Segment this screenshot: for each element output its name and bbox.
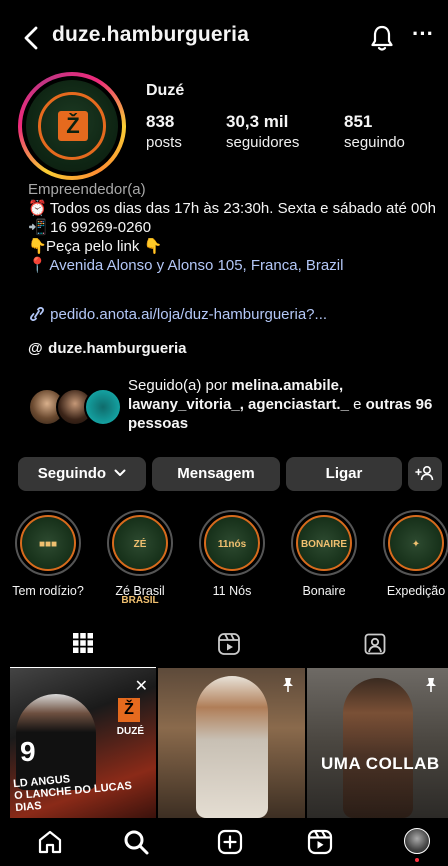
highlight-cover: ✦ [388, 515, 444, 571]
followers-stat[interactable]: 30,3 mil seguidores [226, 112, 299, 151]
brand-logo: Ž [58, 111, 88, 141]
following-button[interactable]: Seguindo [18, 457, 146, 491]
highlight-tem-rodizio[interactable]: ■■■ Tem rodízio? [10, 510, 86, 598]
followed-by-text[interactable]: Seguido(a) por melina.amabile, lawany_vi… [128, 376, 446, 433]
tab-posts-grid[interactable] [10, 622, 156, 668]
posts-grid: 9 Ž DUZÉ LD ANGUS O LANCHE DO LUCAS DIAS… [10, 668, 448, 818]
notification-bell-icon[interactable] [368, 22, 396, 54]
category-label: Empreendedor(a) [28, 181, 146, 198]
notification-dot [415, 858, 419, 862]
posts-stat[interactable]: 838 posts [146, 112, 182, 151]
mutual-followers-avatars[interactable] [28, 388, 128, 428]
search-icon[interactable] [122, 828, 150, 856]
pointing-down-icon: 👇 [143, 238, 163, 255]
grid-icon [73, 633, 93, 653]
tab-tagged[interactable] [302, 622, 448, 668]
suggested-people-button[interactable] [408, 457, 442, 491]
profile-username-title: duze.hamburgueria [52, 23, 250, 46]
profile-tabs [10, 622, 448, 668]
more-options-icon[interactable]: ··· [412, 23, 438, 52]
highlight-cover: ■■■ [20, 515, 76, 571]
alarm-clock-icon: ⏰ [28, 200, 47, 217]
top-bar: duze.hamburgueria ··· [10, 18, 448, 58]
pinned-icon: ✕ [134, 678, 148, 695]
phone-icon: 📲 [28, 219, 47, 236]
post-thumbnail[interactable]: 9 Ž DUZÉ LD ANGUS O LANCHE DO LUCAS DIAS… [10, 668, 156, 818]
highlight-cover: ZÉ BRASIL [112, 515, 168, 606]
threads-badge[interactable]: @ duze.hamburgueria [28, 340, 187, 357]
address-link[interactable]: 📍 Avenida Alonso y Alonso 105, Franca, B… [28, 256, 440, 275]
back-arrow-icon[interactable] [18, 22, 46, 54]
bottom-navigation [10, 818, 448, 866]
tagged-person-icon [364, 633, 386, 655]
call-button[interactable]: Ligar [286, 457, 402, 491]
post-thumbnail[interactable]: UMA COLLAB [307, 668, 448, 818]
story-ring[interactable]: Ž [18, 72, 126, 180]
profile-avatar: Ž [26, 80, 118, 172]
profile-screen: duze.hamburgueria ··· Ž Duzé 838 posts 3… [10, 0, 448, 866]
highlight-ze-brasil[interactable]: ZÉ BRASIL Zé Brasil [102, 510, 178, 606]
highlight-11-nos[interactable]: 11nós 11 Nós [194, 510, 270, 598]
highlight-expedicao[interactable]: ✦ Expedição [378, 510, 448, 598]
highlight-cover: 11nós [204, 515, 260, 571]
brand-logo: Ž [118, 698, 140, 722]
highlight-cover: BONAIRE [296, 515, 352, 571]
post-photo-person [343, 678, 413, 818]
tab-reels[interactable] [156, 622, 302, 668]
bio-order: 👇Peça pelo link 👇 [28, 238, 163, 255]
add-person-icon [415, 465, 434, 481]
display-name: Duzé [146, 82, 185, 99]
following-stat[interactable]: 851 seguindo [344, 112, 405, 151]
bio-hours: ⏰ Todos os dias das 17h às 23:30h. Sexta… [28, 200, 437, 217]
reels-icon[interactable] [306, 828, 334, 856]
pointing-down-icon: 👇 [28, 238, 47, 255]
highlight-bonaire[interactable]: BONAIRE Bonaire [286, 510, 362, 598]
post-photo-person [196, 676, 268, 818]
post-caption: UMA COLLAB [321, 754, 440, 773]
profile-tab-avatar[interactable] [404, 828, 430, 854]
reels-icon [218, 633, 240, 655]
home-icon[interactable] [36, 828, 64, 856]
post-thumbnail[interactable] [158, 668, 305, 818]
message-button[interactable]: Mensagem [152, 457, 280, 491]
link-icon [30, 307, 44, 321]
website-link[interactable]: pedido.anota.ai/loja/duz-hamburgueria?..… [28, 306, 327, 323]
create-post-icon[interactable] [216, 828, 244, 856]
bio: Empreendedor(a) ⏰ Todos os dias das 17h … [28, 180, 440, 275]
chevron-down-icon [114, 469, 126, 476]
location-pin-icon: 📍 [28, 257, 47, 274]
pinned-icon [426, 678, 436, 692]
bio-phone[interactable]: 📲 16 99269-0260 [28, 218, 440, 237]
threads-icon: @ [28, 340, 43, 357]
avatar [84, 388, 122, 426]
pinned-icon [283, 678, 293, 692]
